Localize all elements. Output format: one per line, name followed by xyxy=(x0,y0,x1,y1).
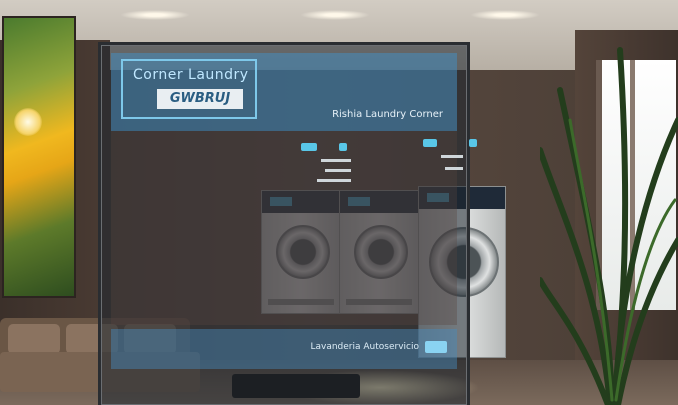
sign-detail-line xyxy=(441,155,463,158)
brand-mark: GWBRUJ xyxy=(157,89,243,109)
sign-detail-line xyxy=(321,159,351,162)
sign-detail-line xyxy=(325,169,351,172)
potted-plant xyxy=(540,47,678,405)
indicator-light xyxy=(301,143,317,151)
ceiling-light xyxy=(300,10,370,20)
sign-header: Corner Laundry GWBRUJ Rishia Laundry Cor… xyxy=(111,53,457,131)
brand-name: Corner Laundry xyxy=(133,67,249,83)
sign-footer: Lavanderia Autoservicio xyxy=(111,329,457,369)
sign-title: Rishia Laundry Corner xyxy=(332,109,443,120)
sign-detail-line xyxy=(445,167,463,170)
ceiling-light xyxy=(470,10,540,20)
indicator-light xyxy=(469,139,477,147)
sofa-cushion xyxy=(8,324,60,354)
indicator-light xyxy=(423,139,437,147)
laundry-room-scene: Corner Laundry GWBRUJ Rishia Laundry Cor… xyxy=(0,0,678,405)
glass-sign-panel: Corner Laundry GWBRUJ Rishia Laundry Cor… xyxy=(98,42,477,405)
ceiling-light xyxy=(120,10,190,20)
sign-footer-badge xyxy=(425,341,447,353)
sign-footer-text: Lavanderia Autoservicio xyxy=(310,342,419,352)
painting-highlight xyxy=(14,108,42,136)
sign-body xyxy=(111,131,477,325)
painting xyxy=(4,18,74,296)
brand-logo: Corner Laundry GWBRUJ xyxy=(121,59,257,119)
sign-detail-line xyxy=(317,179,351,182)
indicator-light xyxy=(339,143,347,151)
